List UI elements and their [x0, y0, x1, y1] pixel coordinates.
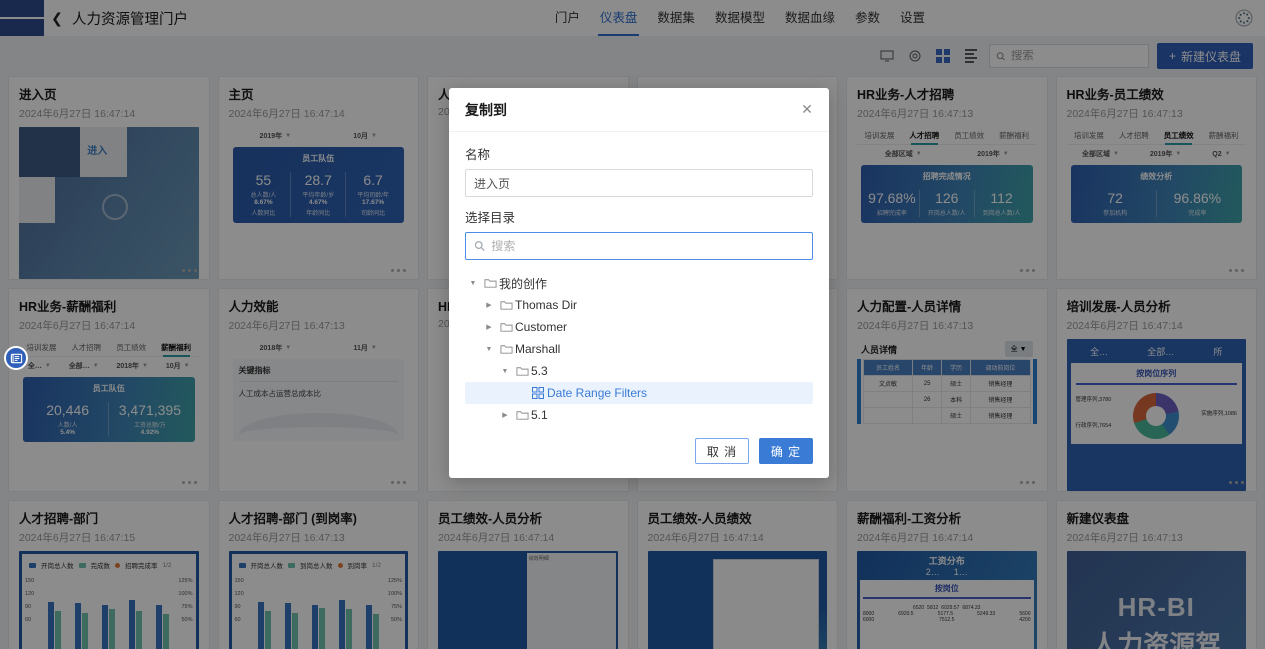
chevron-right-icon[interactable]: ▶ — [481, 323, 497, 331]
name-input[interactable] — [465, 169, 813, 197]
cancel-button[interactable]: 取 消 — [695, 438, 749, 464]
folder-icon — [497, 321, 515, 333]
folder-icon — [513, 365, 531, 377]
directory-search[interactable] — [465, 232, 813, 260]
tree-node-my-creations[interactable]: ▼ 我的创作 — [465, 272, 813, 294]
modal-body: 名称 选择目录 ▼ 我的创作 ▶ Thomas — [449, 132, 829, 424]
search-icon — [474, 240, 485, 252]
panel-list-icon — [10, 352, 23, 365]
chevron-down-icon[interactable]: ▼ — [497, 368, 513, 375]
chevron-down-icon[interactable]: ▼ — [481, 346, 497, 353]
tree-node-5-3[interactable]: ▼ 5.3 — [465, 360, 813, 382]
tree-node-label: Customer — [515, 320, 567, 334]
dashboard-icon — [529, 387, 547, 399]
tree-node-customer[interactable]: ▶ Customer — [465, 316, 813, 338]
side-panel-toggle-button[interactable] — [4, 346, 28, 370]
copy-to-modal: 复制到 ✕ 名称 选择目录 ▼ 我的创作 ▶ — [449, 88, 829, 478]
modal-header: 复制到 ✕ — [449, 88, 829, 132]
tree-node-marshall[interactable]: ▼ Marshall — [465, 338, 813, 360]
folder-icon — [497, 299, 515, 311]
tree-node-label: Thomas Dir — [515, 298, 577, 312]
tree-node-5-1[interactable]: ▶ 5.1 — [465, 404, 813, 424]
close-icon[interactable]: ✕ — [799, 102, 815, 118]
folder-icon — [481, 277, 499, 289]
directory-tree: ▼ 我的创作 ▶ Thomas Dir ▶ Customer — [465, 268, 813, 424]
name-field-label: 名称 — [465, 144, 813, 163]
tree-node-date-range-filters[interactable]: Date Range Filters — [465, 382, 813, 404]
confirm-button[interactable]: 确 定 — [759, 438, 813, 464]
tree-node-label: Date Range Filters — [547, 386, 647, 400]
chevron-right-icon[interactable]: ▶ — [481, 301, 497, 309]
folder-icon — [513, 409, 531, 421]
tree-node-label: Marshall — [515, 342, 560, 356]
chevron-down-icon[interactable]: ▼ — [465, 280, 481, 287]
tree-node-label: 5.3 — [531, 364, 548, 378]
chevron-right-icon[interactable]: ▶ — [497, 411, 513, 419]
modal-footer: 取 消 确 定 — [449, 424, 829, 478]
tree-node-label: 5.1 — [531, 408, 548, 422]
directory-search-input[interactable] — [491, 239, 804, 253]
modal-title: 复制到 — [465, 100, 507, 120]
folder-icon — [497, 343, 515, 355]
tree-node-label: 我的创作 — [499, 275, 547, 292]
tree-node-thomas-dir[interactable]: ▶ Thomas Dir — [465, 294, 813, 316]
directory-field-label: 选择目录 — [465, 207, 813, 226]
